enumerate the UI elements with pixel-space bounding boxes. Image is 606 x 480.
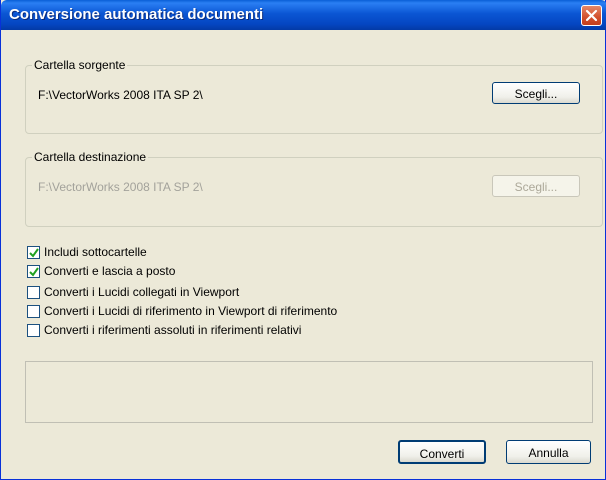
option-label: Converti i Lucidi collegati in Viewport [44, 285, 240, 299]
title-bar[interactable]: Conversione automatica documenti [1, 0, 606, 30]
option-label: Includi sottocartelle [44, 245, 147, 259]
option-checkbox[interactable] [27, 265, 40, 278]
option-label: Converti i riferimenti assoluti in rifer… [44, 323, 302, 337]
option-checkbox[interactable] [27, 324, 40, 337]
destination-folder-group: Cartella destinazione F:\VectorWorks 200… [25, 150, 603, 227]
option-checkbox[interactable] [27, 305, 40, 318]
option-checkbox[interactable] [27, 286, 40, 299]
source-folder-group: Cartella sorgente F:\VectorWorks 2008 IT… [25, 58, 603, 134]
status-panel [25, 361, 593, 423]
cancel-button[interactable]: Annulla [506, 440, 591, 464]
checkmark-icon [29, 267, 39, 277]
source-choose-button[interactable]: Scegli... [492, 82, 580, 104]
close-icon [585, 9, 598, 22]
close-button[interactable] [581, 5, 602, 26]
checkmark-icon [29, 248, 39, 258]
source-folder-path: F:\VectorWorks 2008 ITA SP 2\ [38, 88, 203, 102]
destination-folder-label: Cartella destinazione [32, 150, 149, 164]
option-label: Converti i Lucidi di riferimento in View… [44, 304, 338, 318]
source-folder-label: Cartella sorgente [32, 58, 128, 72]
dialog-window: Conversione automatica documenti Cartell… [0, 0, 606, 480]
window-title: Conversione automatica documenti [9, 6, 264, 23]
option-label: Converti e lascia a posto [44, 264, 176, 278]
destination-choose-button: Scegli... [492, 175, 580, 197]
destination-folder-path: F:\VectorWorks 2008 ITA SP 2\ [38, 180, 203, 194]
option-checkbox[interactable] [27, 246, 40, 259]
convert-button[interactable]: Converti [398, 440, 486, 464]
